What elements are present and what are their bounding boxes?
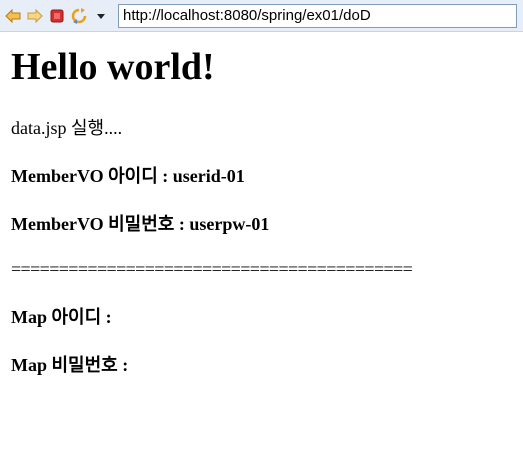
status-text: data.jsp 실행....: [11, 118, 123, 138]
refresh-icon[interactable]: [70, 7, 88, 25]
separator-line: ========================================…: [11, 259, 413, 279]
membervo-id-line: MemberVO 아이디 : userid-01: [11, 166, 245, 186]
page-heading: Hello world!: [11, 46, 215, 88]
address-bar[interactable]: http://localhost:8080/spring/ex01/doD: [118, 3, 517, 28]
back-arrow-icon[interactable]: [4, 7, 22, 25]
map-password-line: Map 비밀번호 :: [11, 355, 129, 375]
browser-toolbar: http://localhost:8080/spring/ex01/doD: [0, 0, 523, 32]
forward-arrow-icon[interactable]: [26, 7, 44, 25]
stop-icon[interactable]: [48, 7, 66, 25]
page-content: Hello world! data.jsp 실행.... MemberVO 아이…: [0, 45, 523, 376]
membervo-password-line: MemberVO 비밀번호 : userpw-01: [11, 214, 270, 234]
map-id-line: Map 아이디 :: [11, 307, 112, 327]
dropdown-arrow-icon[interactable]: [92, 7, 110, 25]
